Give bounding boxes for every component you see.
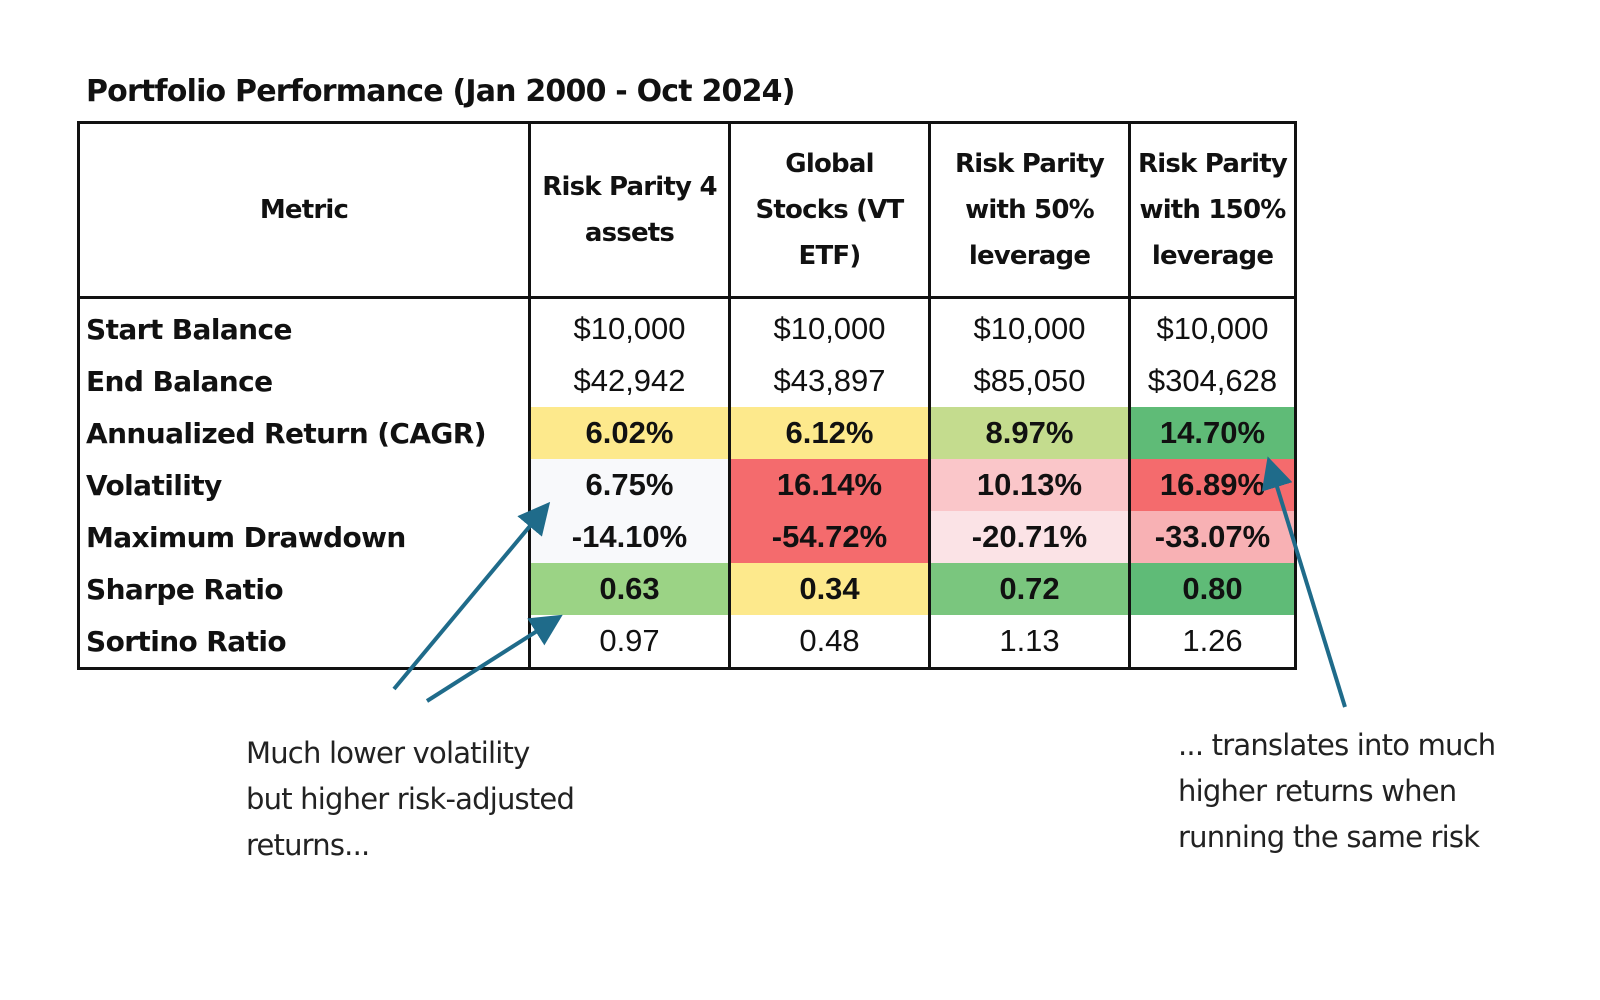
header-metric: Metric xyxy=(77,121,531,299)
value-cell: -33.07% xyxy=(1128,511,1297,563)
metric-label: Annualized Return (CAGR) xyxy=(77,407,531,459)
value-cell: 14.70% xyxy=(1128,407,1297,459)
value-cell: 0.72 xyxy=(928,563,1131,615)
table-row: Start Balance $10,000 $10,000 $10,000 $10,00… xyxy=(77,297,1297,355)
value-cell: 6.75% xyxy=(528,459,731,511)
header-line: leverage xyxy=(968,241,1091,271)
header-line: assets xyxy=(584,218,675,248)
header-column-2: Global Stocks (VT ETF) xyxy=(728,121,931,299)
table-row: Annualized Return (CAGR) 6.02% 6.12% 8.97% 1… xyxy=(77,407,1297,459)
value-cell: 16.14% xyxy=(728,459,931,511)
value-cell: 6.02% xyxy=(528,407,731,459)
value-cell: $10,000 xyxy=(928,297,1131,355)
value-cell: $10,000 xyxy=(528,297,731,355)
header-row: Metric Risk Parity 4 assets Global Stocks (V… xyxy=(77,121,1297,299)
table-body: Start Balance $10,000 $10,000 $10,000 $10,00… xyxy=(77,297,1297,669)
value-cell: $43,897 xyxy=(728,355,931,407)
header-line: Global xyxy=(785,149,874,179)
value-cell: -54.72% xyxy=(728,511,931,563)
metric-label: End Balance xyxy=(77,355,531,407)
table-row: Sortino Ratio 0.97 0.48 1.13 1.26 xyxy=(77,615,1297,669)
header-line: Metric xyxy=(259,195,349,225)
header-line: with 150% xyxy=(1139,195,1286,225)
value-cell: 0.48 xyxy=(728,615,931,669)
header-line: Risk Parity 4 xyxy=(542,172,717,202)
value-cell: $304,628 xyxy=(1128,355,1297,407)
header-line: Risk Parity xyxy=(955,149,1105,179)
header-line: leverage xyxy=(1151,241,1274,271)
header-line: Stocks (VT xyxy=(755,195,905,225)
header-column-4: Risk Parity with 150% leverage xyxy=(1128,121,1297,299)
header-column-3: Risk Parity with 50% leverage xyxy=(928,121,1131,299)
table-row: Sharpe Ratio 0.63 0.34 0.72 0.80 xyxy=(77,563,1297,615)
value-cell: $10,000 xyxy=(728,297,931,355)
metric-label: Sortino Ratio xyxy=(77,615,531,669)
value-cell: 8.97% xyxy=(928,407,1131,459)
value-cell: 16.89% xyxy=(1128,459,1297,511)
value-cell: 0.63 xyxy=(528,563,731,615)
metric-label: Volatility xyxy=(77,459,531,511)
metric-label: Sharpe Ratio xyxy=(77,563,531,615)
annotation-left: Much lower volatility but higher risk-ad… xyxy=(246,736,575,862)
value-cell: -20.71% xyxy=(928,511,1131,563)
header-column-1: Risk Parity 4 assets xyxy=(528,121,731,299)
value-cell: 10.13% xyxy=(928,459,1131,511)
metric-label: Maximum Drawdown xyxy=(77,511,531,563)
value-cell: 0.97 xyxy=(528,615,731,669)
table-row: End Balance $42,942 $43,897 $85,050 $304,628 xyxy=(77,355,1297,407)
metric-label: Start Balance xyxy=(77,297,531,355)
table-title: Portfolio Performance (Jan 2000 - Oct 20… xyxy=(86,74,795,109)
header-line: with 50% xyxy=(965,195,1095,225)
value-cell: 6.12% xyxy=(728,407,931,459)
performance-table: Metric Risk Parity 4 assets Global Stocks (V… xyxy=(77,121,1297,670)
table-row: Maximum Drawdown -14.10% -54.72% -20.71% -33… xyxy=(77,511,1297,563)
header-line: Risk Parity xyxy=(1138,149,1288,179)
value-cell: $85,050 xyxy=(928,355,1131,407)
value-cell: $42,942 xyxy=(528,355,731,407)
value-cell: 1.26 xyxy=(1128,615,1297,669)
table-row: Volatility 6.75% 16.14% 10.13% 16.89% xyxy=(77,459,1297,511)
value-cell: 0.34 xyxy=(728,563,931,615)
header-line: ETF) xyxy=(798,241,862,271)
value-cell: 0.80 xyxy=(1128,563,1297,615)
value-cell: $10,000 xyxy=(1128,297,1297,355)
value-cell: -14.10% xyxy=(528,511,731,563)
value-cell: 1.13 xyxy=(928,615,1131,669)
annotation-right: ... translates into much higher returns … xyxy=(1178,728,1496,854)
